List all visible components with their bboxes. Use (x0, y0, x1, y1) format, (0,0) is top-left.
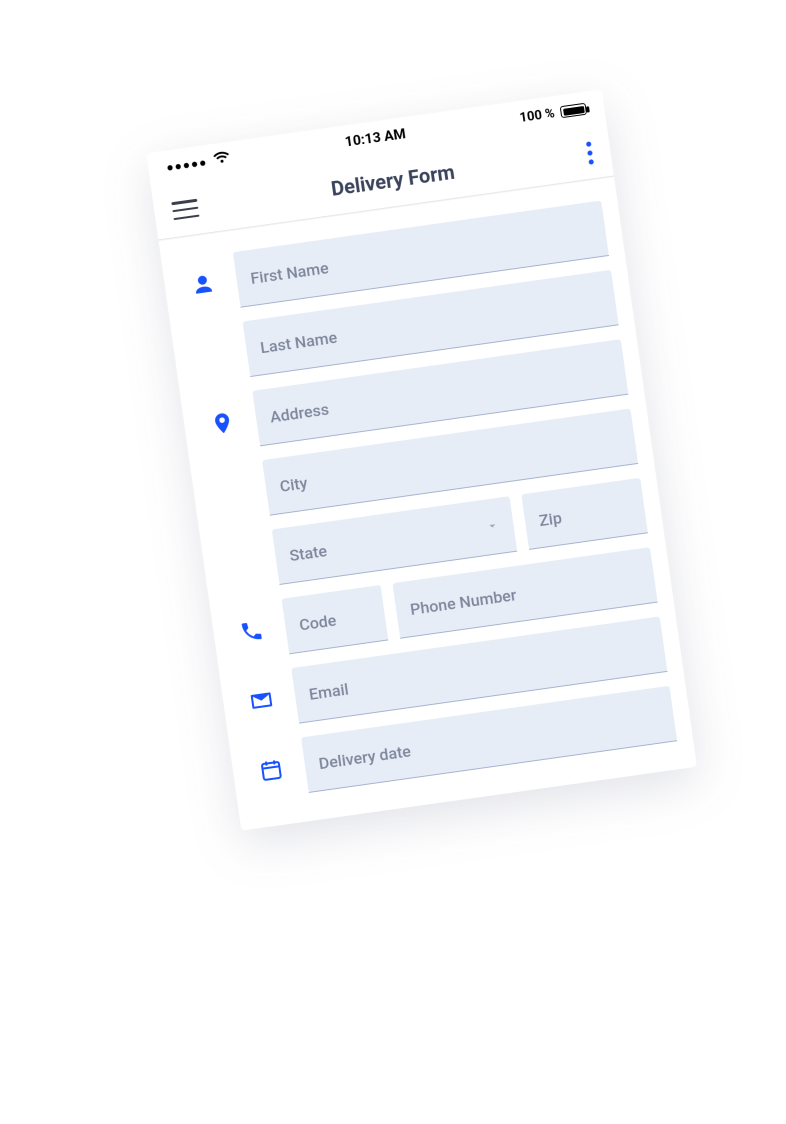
last-name-placeholder: Last Name (259, 327, 338, 357)
page-title: Delivery Form (330, 160, 457, 201)
first-name-placeholder: First Name (249, 258, 329, 288)
delivery-date-placeholder: Delivery date (317, 741, 411, 773)
battery-percent: 100 % (519, 106, 556, 126)
phone-frame: ●●●●● 10:13 AM 100 % Delivery Form (146, 89, 697, 830)
phone-code-field[interactable]: Code (282, 585, 389, 654)
battery-icon (560, 103, 587, 119)
zip-field[interactable]: Zip (521, 478, 648, 550)
calendar-icon (246, 739, 297, 801)
signal-dots-icon: ●●●●● (165, 155, 208, 175)
address-placeholder: Address (269, 399, 330, 426)
person-icon (177, 254, 228, 316)
phone-icon (226, 601, 277, 663)
delivery-form: First Name Last Name (158, 176, 696, 830)
zip-placeholder: Zip (538, 508, 563, 530)
phone-mockup: ●●●●● 10:13 AM 100 % Delivery Form (146, 89, 697, 830)
email-icon (236, 670, 287, 732)
status-right: 100 % (519, 101, 588, 125)
city-placeholder: City (278, 473, 308, 496)
phone-code-placeholder: Code (298, 610, 337, 634)
location-icon (197, 393, 248, 455)
status-time: 10:13 AM (344, 126, 407, 150)
email-placeholder: Email (308, 679, 350, 703)
wifi-icon (212, 148, 233, 172)
more-icon[interactable] (586, 141, 594, 164)
menu-icon[interactable] (171, 199, 199, 220)
chevron-down-icon (484, 516, 501, 537)
state-placeholder: State (288, 541, 328, 565)
status-left: ●●●●● (165, 148, 233, 179)
phone-number-placeholder: Phone Number (409, 585, 518, 619)
